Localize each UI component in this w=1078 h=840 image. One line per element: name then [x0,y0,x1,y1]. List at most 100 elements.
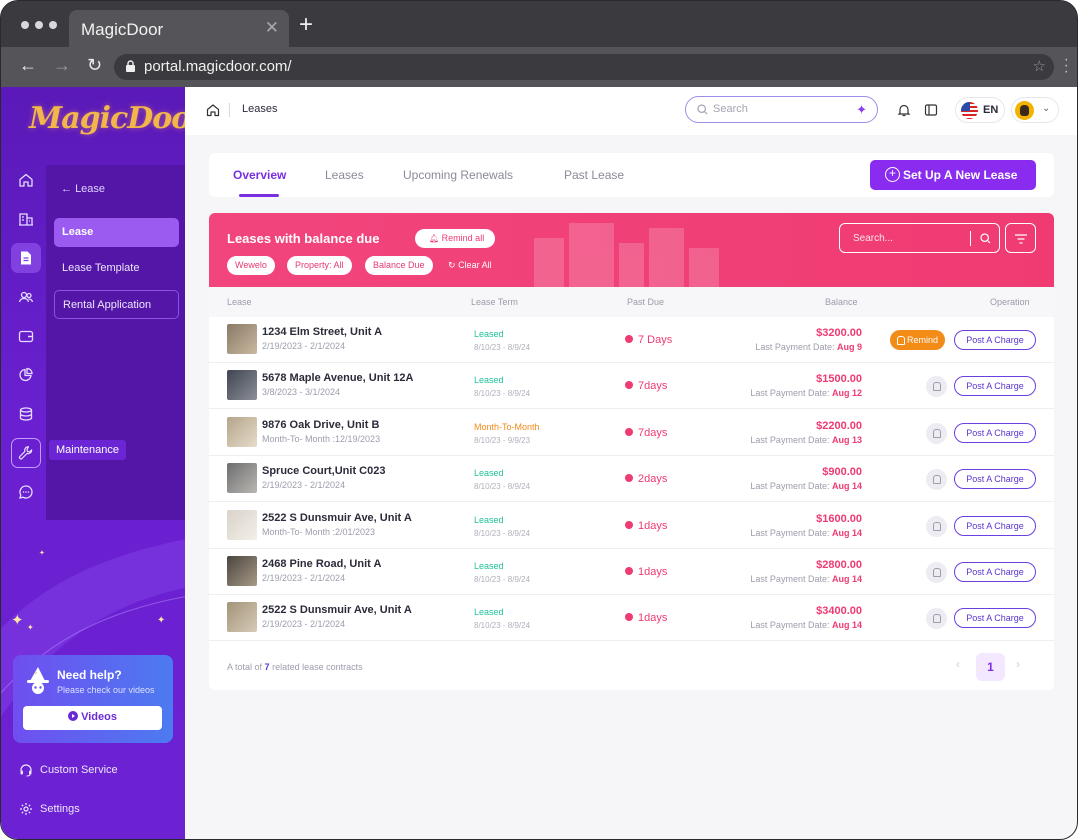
post-a-charge-button[interactable]: Post A Charge [954,422,1036,443]
chevron-down-icon: ⌄ [1042,103,1051,114]
videos-button[interactable]: Videos [23,706,162,730]
clear-all-label: Clear All [458,260,492,270]
sidebar-toggle-icon[interactable] [924,103,938,117]
nav-home[interactable] [11,165,41,195]
previous-page-icon[interactable]: ‹ [956,657,960,671]
lease-address[interactable]: 2468 Pine Road, Unit A [262,558,381,570]
next-page-icon[interactable]: › [1016,657,1020,671]
status-dot [625,567,633,575]
submenu-back[interactable]: ← Lease [61,183,105,195]
post-a-charge-button[interactable]: Post A Charge [954,330,1036,350]
nav-maintenance[interactable] [11,438,41,468]
nav-leases[interactable] [11,243,41,273]
filter-chip-wewelo[interactable]: Wewelo [227,256,275,275]
remind-button[interactable]: Remind [890,330,946,350]
logo: MagicDoor [29,101,185,136]
post-a-charge-button[interactable]: Post A Charge [954,562,1036,582]
nav-reports[interactable] [11,360,41,390]
new-tab-button[interactable]: + [299,13,313,37]
table-row[interactable]: 2522 S Dunsmuir Ave, Unit A 2/19/2023 - … [209,595,1054,642]
table-row[interactable]: 9876 Oak Drive, Unit B Month-To- Month :… [209,410,1054,456]
bell-icon[interactable] [926,469,947,491]
browser-menu-icon[interactable]: · · · [1064,52,1069,80]
browser-tab[interactable]: MagicDoor ✕ [69,10,289,47]
user-menu[interactable]: ⌄ [1011,97,1059,123]
submenu-item-rental-application[interactable]: Rental Application [54,290,179,319]
tab-past-lease[interactable]: Past Lease [564,168,624,182]
settings-link[interactable]: Settings [19,802,80,816]
property-thumbnail [227,509,257,540]
custom-service-link[interactable]: Custom Service [19,763,118,777]
home-icon[interactable] [206,103,220,117]
search-icon[interactable] [980,233,991,244]
bell-icon[interactable] [926,608,947,630]
page-number-button[interactable]: 1 [976,653,1005,681]
filter-button[interactable] [1005,223,1036,253]
post-a-charge-button[interactable]: Post A Charge [954,515,1036,536]
bell-icon[interactable] [926,562,947,583]
filter-icon [1015,234,1027,244]
lock-icon [126,60,135,72]
lease-address[interactable]: 2522 S Dunsmuir Ave, Unit A [262,604,412,616]
last-payment-label: Last Payment Date: [755,342,835,352]
window-controls[interactable] [21,21,57,29]
reload-icon[interactable]: ↻ [87,55,102,76]
close-tab-icon[interactable]: ✕ [265,18,279,38]
ai-sparkle-icon[interactable]: ✦ [856,102,867,118]
nav-data[interactable] [11,399,41,429]
tab-upcoming-renewals[interactable]: Upcoming Renewals [403,168,513,182]
breadcrumb[interactable]: Leases [242,103,277,115]
submenu-item-lease-template[interactable]: Lease Template [54,254,179,283]
lease-tabs: Overview Leases Upcoming Renewals Past L… [209,153,1054,197]
back-arrow-icon[interactable]: ← [19,55,37,76]
bell-icon[interactable] [926,422,947,444]
last-payment-label: Last Payment Date: [750,527,830,538]
lease-status: Leased [474,329,504,339]
tab-leases[interactable]: Leases [325,168,364,182]
table-row[interactable]: 1234 Elm Street, Unit A 2/19/2023 - 2/1/… [209,317,1054,363]
language-selector[interactable]: EN [955,97,1005,123]
headset-icon [20,764,32,777]
column-header-lease-term: Lease Term [471,297,518,307]
status-dot [625,520,633,529]
lease-term: 8/10/23 - 8/9/24 [474,482,531,492]
past-due: 7 Days [625,334,672,346]
lease-search-input[interactable]: Search... [839,223,1000,253]
nav-tenants[interactable] [11,282,41,312]
filter-chip-property[interactable]: Property: All [287,256,352,275]
nav-communications[interactable] [11,477,41,507]
bell-icon[interactable] [897,103,911,117]
last-payment-value: Aug 14 [831,574,862,584]
post-a-charge-button[interactable]: Post A Charge [954,608,1036,629]
url-field[interactable]: portal.magicdoor.com/ ☆ [114,54,1054,80]
lease-address[interactable]: 5678 Maple Avenue, Unit 12A [262,372,413,384]
set-up-new-lease-button[interactable]: + Set Up A New Lease [870,160,1036,190]
lease-address[interactable]: 9876 Oak Drive, Unit B [262,419,379,431]
table-row[interactable]: 5678 Maple Avenue, Unit 12A 3/8/2023 - 3… [209,363,1054,410]
past-due-text: 7 Days [638,334,673,346]
nav-accounting[interactable] [11,321,41,351]
lease-status: Month-To-Month [474,421,540,432]
lease-address[interactable]: 2522 S Dunsmuir Ave, Unit A [262,512,412,524]
nav-properties[interactable] [11,204,41,234]
tab-overview[interactable]: Overview [233,168,286,197]
forward-arrow-icon[interactable]: → [53,55,71,76]
bookmark-star-icon[interactable]: ☆ [1033,57,1046,75]
submenu-item-lease[interactable]: Lease [54,218,179,247]
filter-chip-balance-due[interactable]: Balance Due [365,256,433,275]
bell-icon[interactable] [926,376,947,398]
global-search-input[interactable]: Search ✦ [685,96,878,123]
table-row[interactable]: 2468 Pine Road, Unit A 2/19/2023 - 2/1/2… [209,549,1054,595]
post-a-charge-button[interactable]: Post A Charge [954,469,1036,490]
past-due-text: 1days [638,612,668,625]
lease-address[interactable]: Spruce Court,Unit C023 [262,465,385,477]
bell-icon[interactable] [926,515,947,537]
past-due: 7days [625,427,667,439]
remind-all-button[interactable]: 🔔︎ Remind all [415,229,496,248]
plus-circle-icon: + [885,167,900,182]
post-a-charge-button[interactable]: Post A Charge [954,376,1036,397]
table-row[interactable]: Spruce Court,Unit C023 2/19/2023 - 2/1/2… [209,456,1054,503]
table-row[interactable]: 2522 S Dunsmuir Ave, Unit A Month-To- Mo… [209,503,1054,549]
lease-address[interactable]: 1234 Elm Street, Unit A [262,326,382,338]
clear-all-filters[interactable]: ↻ Clear All [448,260,492,271]
